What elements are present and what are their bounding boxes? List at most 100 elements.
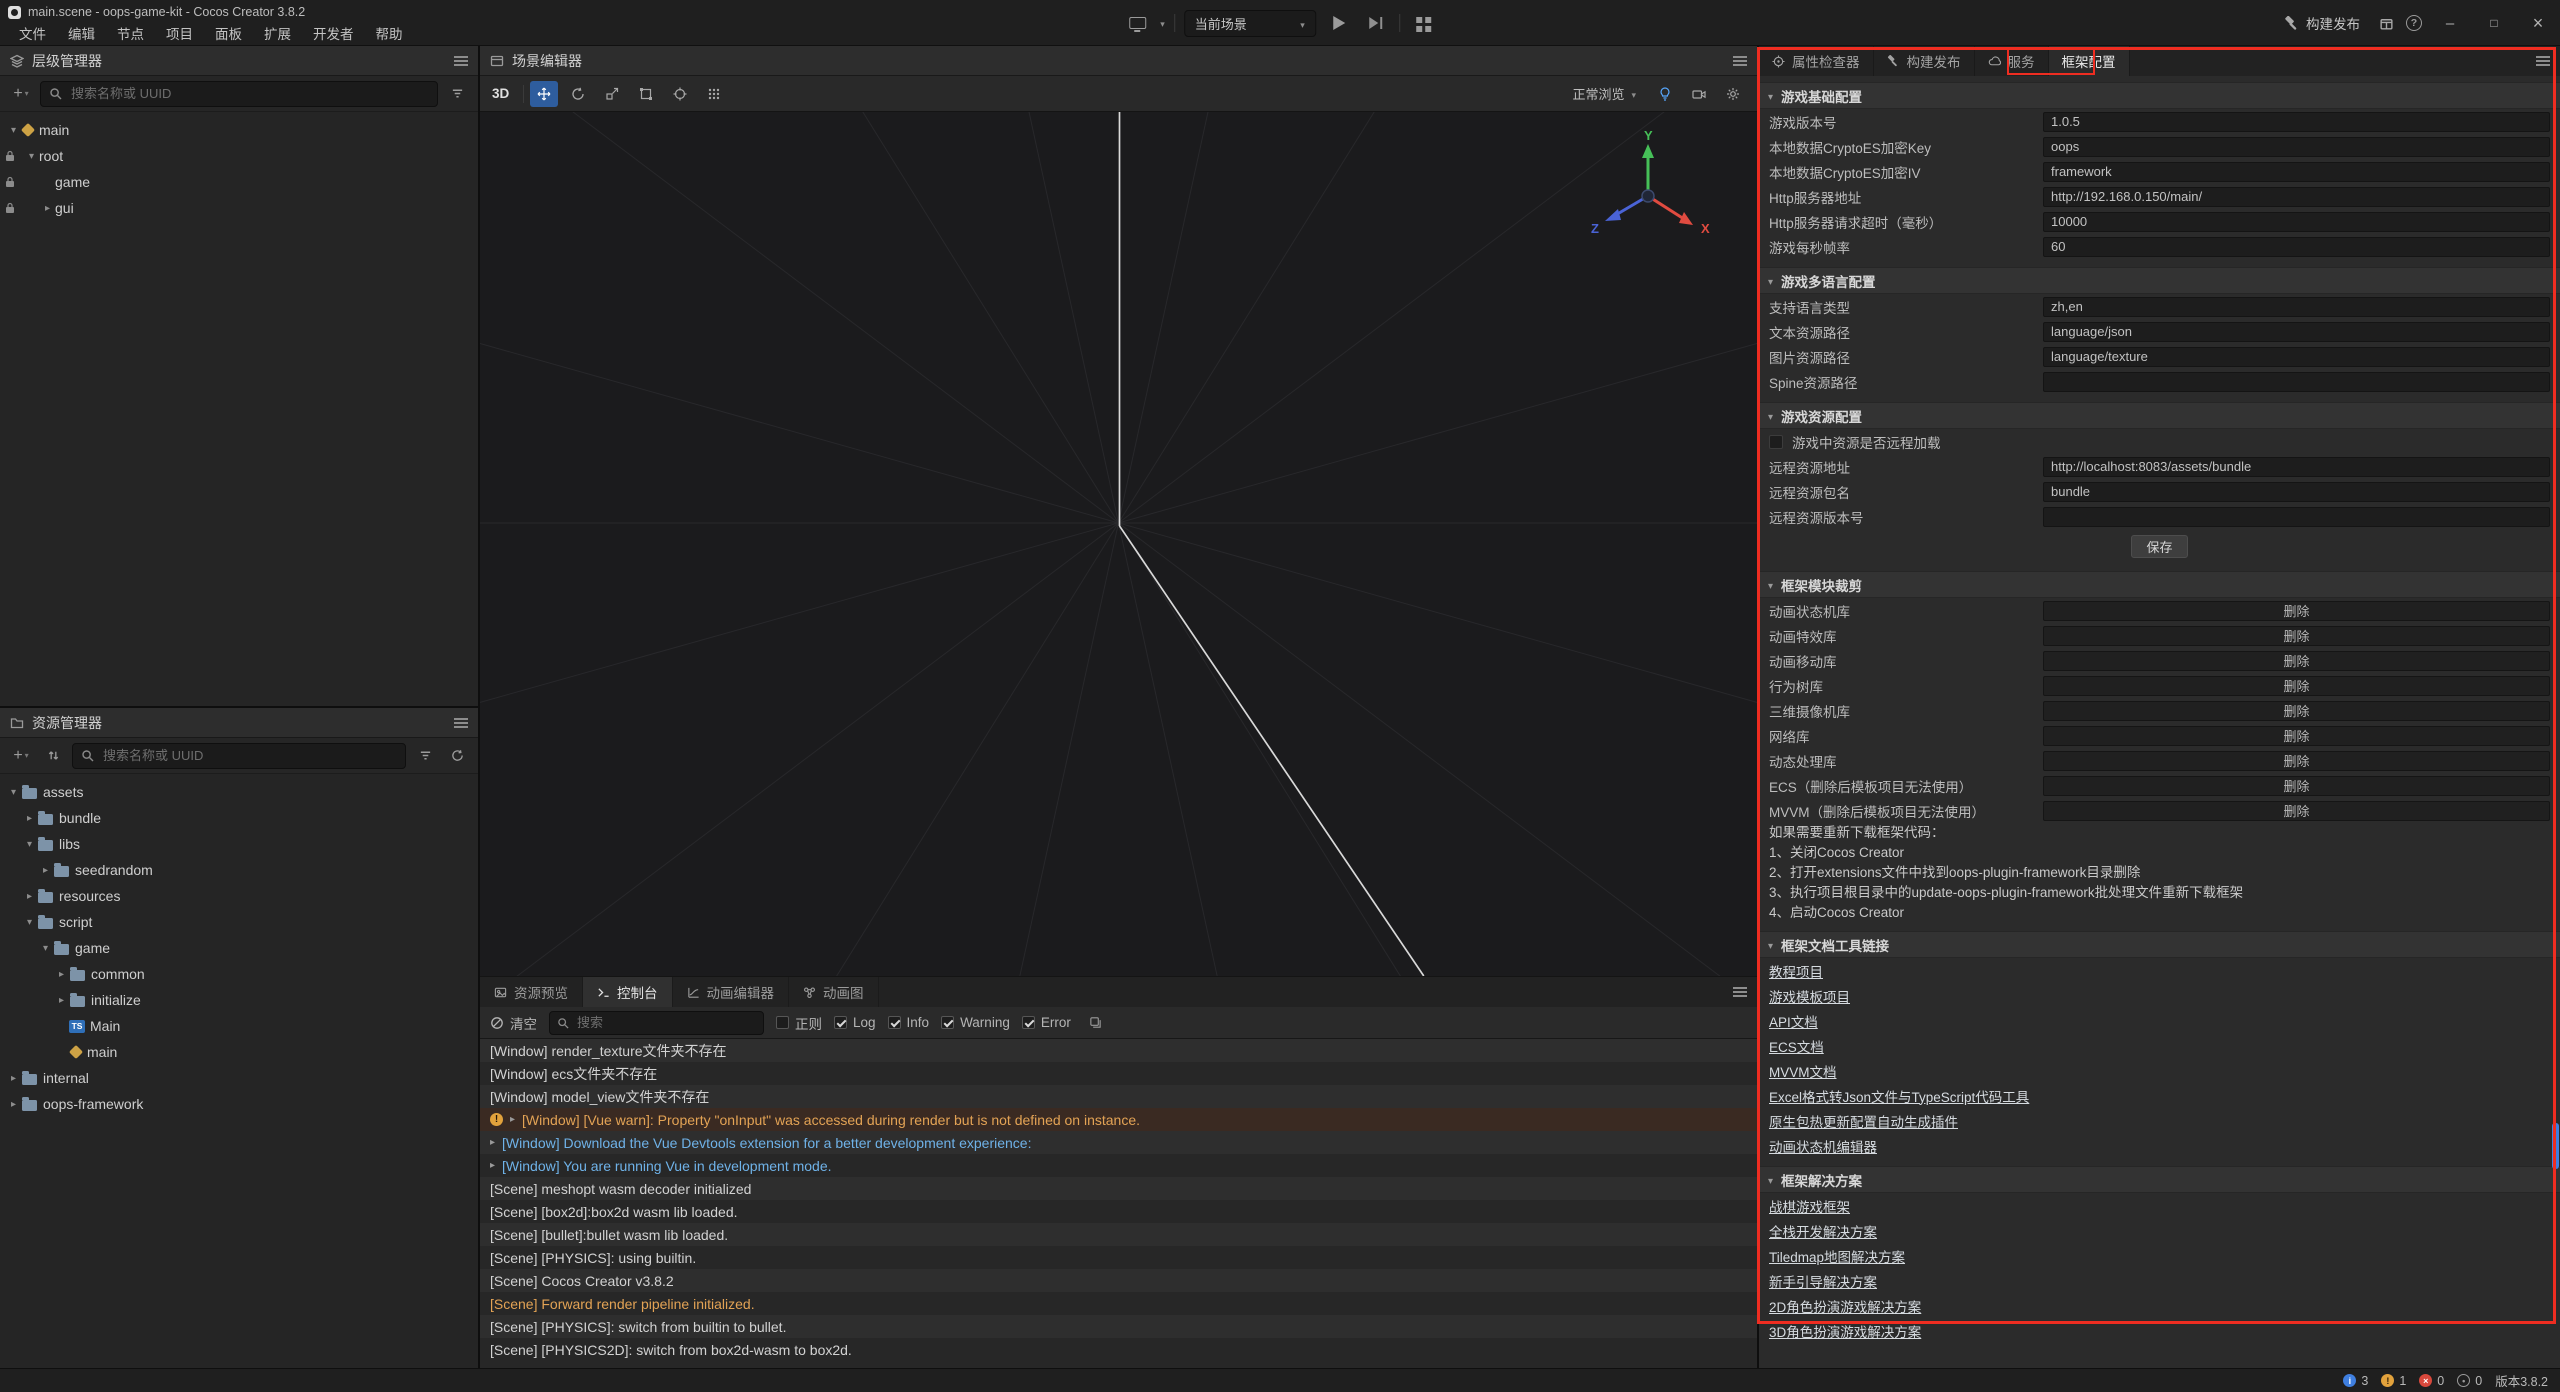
close-button[interactable] <box>2516 0 2560 46</box>
asset-node-oops-framework[interactable]: oops-framework <box>0 1091 478 1117</box>
refresh-icon[interactable] <box>444 743 470 769</box>
asset-node-game[interactable]: game <box>0 935 478 961</box>
axis-gizmo[interactable]: Y X Z <box>1573 130 1723 258</box>
error-count[interactable]: 0 <box>2419 1374 2444 1388</box>
clear-console-button[interactable]: 清空 <box>490 1013 537 1033</box>
delete-button[interactable]: 删除 <box>2043 676 2550 696</box>
asset-node-Main[interactable]: TS Main <box>0 1013 478 1039</box>
section-header[interactable]: 框架解决方案 <box>1759 1166 2560 1193</box>
expand-arrow[interactable] <box>6 787 21 798</box>
menu-node[interactable]: 节点 <box>106 23 155 43</box>
dimension-toggle[interactable]: 3D <box>490 86 517 101</box>
section-header[interactable]: 游戏资源配置 <box>1759 402 2560 429</box>
filter-error[interactable]: Error <box>1022 1015 1071 1030</box>
link-2d-rpg-solution[interactable]: 2D角色扮演游戏解决方案 <box>1769 1296 1921 1316</box>
expand-arrow[interactable] <box>22 891 37 902</box>
lock-icon[interactable] <box>5 202 15 214</box>
lock-icon[interactable] <box>5 150 15 162</box>
menu-file[interactable]: 文件 <box>8 23 57 43</box>
transform-tool[interactable] <box>666 81 694 107</box>
filter-icon[interactable] <box>444 81 470 107</box>
expand-arrow[interactable] <box>22 839 37 850</box>
scrollbar-thumb[interactable] <box>2552 1123 2559 1169</box>
tree-node-game[interactable]: game <box>0 169 478 195</box>
rotate-tool[interactable] <box>564 81 592 107</box>
link-guide-solution[interactable]: 新手引导解决方案 <box>1769 1271 1877 1291</box>
remote-version-input[interactable] <box>2043 507 2550 527</box>
asset-node-resources[interactable]: resources <box>0 883 478 909</box>
expand-arrow[interactable] <box>22 917 37 928</box>
launch-scene-select[interactable]: 当前场景 <box>1184 10 1316 37</box>
expand-arrow[interactable] <box>22 813 37 824</box>
filter-warning[interactable]: Warning <box>941 1015 1010 1030</box>
menu-extension[interactable]: 扩展 <box>253 23 302 43</box>
expand-arrow[interactable] <box>54 969 69 980</box>
link-animator-editor[interactable]: 动画状态机编辑器 <box>1769 1136 1877 1156</box>
log-checkbox[interactable] <box>834 1016 847 1029</box>
package-icon[interactable] <box>2372 9 2400 37</box>
tree-node-root[interactable]: root <box>0 143 478 169</box>
collapse-duplicates-icon[interactable] <box>1083 1010 1109 1036</box>
asset-node-initialize[interactable]: initialize <box>0 987 478 1013</box>
tab-console[interactable]: 控制台 <box>583 977 673 1007</box>
log-row-info[interactable]: [Window] Download the Vue Devtools exten… <box>480 1131 1757 1154</box>
tab-framework-config[interactable]: 框架配置 <box>2049 46 2130 76</box>
expand-arrow[interactable] <box>510 1114 515 1125</box>
http-timeout-input[interactable]: 10000 <box>2043 212 2550 232</box>
link-template-project[interactable]: 游戏模板项目 <box>1769 986 1850 1006</box>
log-row[interactable]: [Scene] [PHYSICS]: switch from builtin t… <box>480 1315 1757 1338</box>
remote-load-checkbox[interactable] <box>1769 435 1783 449</box>
scene-viewport[interactable]: Y X Z <box>480 112 1757 976</box>
preview-device-caret[interactable] <box>1160 14 1165 32</box>
delete-button[interactable]: 删除 <box>2043 751 2550 771</box>
snap-tool[interactable] <box>700 81 728 107</box>
link-tactics-framework[interactable]: 战棋游戏框架 <box>1769 1196 1850 1216</box>
info-checkbox[interactable] <box>888 1016 901 1029</box>
console-search-input[interactable] <box>575 1014 756 1031</box>
section-header[interactable]: 游戏基础配置 <box>1759 82 2560 109</box>
expand-arrow[interactable] <box>490 1137 495 1148</box>
asset-node-seedrandom[interactable]: seedrandom <box>0 857 478 883</box>
tab-animation-editor[interactable]: 动画编辑器 <box>673 977 790 1007</box>
section-header[interactable]: 框架模块裁剪 <box>1759 571 2560 598</box>
languages-input[interactable]: zh,en <box>2043 297 2550 317</box>
save-button[interactable]: 保存 <box>2131 535 2187 558</box>
menu-help[interactable]: 帮助 <box>365 23 414 43</box>
section-header[interactable]: 游戏多语言配置 <box>1759 267 2560 294</box>
error-checkbox[interactable] <box>1022 1016 1035 1029</box>
tab-animation-graph[interactable]: 动画图 <box>789 977 879 1007</box>
maximize-button[interactable] <box>2472 0 2516 46</box>
expand-arrow[interactable] <box>38 865 53 876</box>
expand-arrow[interactable] <box>24 151 39 162</box>
delete-button[interactable]: 删除 <box>2043 801 2550 821</box>
tab-service[interactable]: 服务 <box>1975 46 2049 76</box>
create-asset-button[interactable] <box>8 743 34 769</box>
game-version-input[interactable]: 1.0.5 <box>2043 112 2550 132</box>
menu-edit[interactable]: 编辑 <box>57 23 106 43</box>
link-tiledmap-solution[interactable]: Tiledmap地图解决方案 <box>1769 1246 1905 1266</box>
link-mvvm-doc[interactable]: MVVM文档 <box>1769 1061 1837 1081</box>
view-mode-select[interactable]: 正常浏览 <box>1563 81 1645 107</box>
tab-property-inspector[interactable]: 属性检查器 <box>1759 46 1874 76</box>
log-row[interactable]: [Scene] [box2d]:box2d wasm lib loaded. <box>480 1200 1757 1223</box>
delete-button[interactable]: 删除 <box>2043 726 2550 746</box>
log-row[interactable]: [Scene] meshopt wasm decoder initialized <box>480 1177 1757 1200</box>
expand-arrow[interactable] <box>38 943 53 954</box>
scene-light-toggle[interactable] <box>1651 81 1679 107</box>
http-server-input[interactable]: http://192.168.0.150/main/ <box>2043 187 2550 207</box>
log-row-info[interactable]: [Window] You are running Vue in developm… <box>480 1154 1757 1177</box>
assets-search-input[interactable] <box>101 747 397 764</box>
scene-settings-gear-icon[interactable] <box>1719 81 1747 107</box>
log-row[interactable]: [Scene] Cocos Creator v3.8.2 <box>480 1269 1757 1292</box>
tree-node-gui[interactable]: gui <box>0 195 478 221</box>
crypto-key-input[interactable]: oops <box>2043 137 2550 157</box>
step-button[interactable] <box>1362 9 1390 37</box>
create-node-button[interactable] <box>8 81 34 107</box>
asset-node-libs[interactable]: libs <box>0 831 478 857</box>
expand-arrow[interactable] <box>6 1099 21 1110</box>
tree-node-main[interactable]: main <box>0 117 478 143</box>
regex-checkbox[interactable] <box>776 1016 789 1029</box>
log-row[interactable]: [Scene] [bullet]:bullet wasm lib loaded. <box>480 1223 1757 1246</box>
notice-count[interactable]: 0 <box>2457 1374 2482 1388</box>
scene-camera-icon[interactable] <box>1685 81 1713 107</box>
